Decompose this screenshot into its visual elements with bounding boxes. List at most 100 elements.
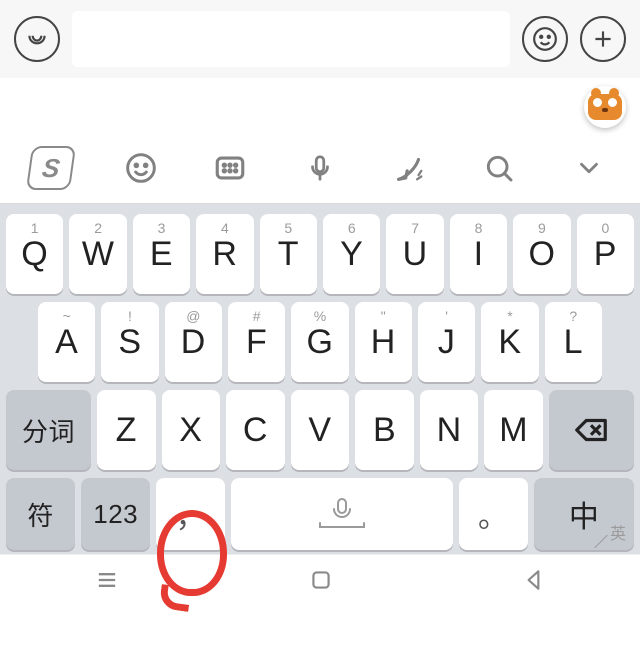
- key-H-sup: ": [381, 308, 386, 324]
- key-T[interactable]: 5T: [260, 214, 317, 294]
- key-H-label: H: [371, 323, 396, 362]
- key-O-label: O: [528, 235, 555, 274]
- key-W-label: W: [82, 235, 115, 274]
- key-D-sup: @: [186, 308, 200, 324]
- key-L-label: L: [564, 323, 583, 362]
- key-V[interactable]: V: [291, 390, 350, 470]
- comma-key[interactable]: ，: [156, 478, 225, 550]
- key-R-label: R: [212, 235, 237, 274]
- key-K[interactable]: *K: [481, 302, 538, 382]
- symbols-key[interactable]: 符: [6, 478, 75, 550]
- key-F-sup: #: [253, 308, 261, 324]
- key-A[interactable]: ~A: [38, 302, 95, 382]
- key-W-sup: 2: [94, 220, 102, 236]
- menu-icon: [93, 566, 121, 594]
- key-V-label: V: [308, 411, 331, 450]
- soft-keyboard: 1Q2W3E4R5T6Y7U8I9O0P ~A!S@D#F%G"H'J*K?L …: [0, 204, 640, 554]
- period-key[interactable]: 。: [459, 478, 528, 550]
- key-W[interactable]: 2W: [69, 214, 126, 294]
- key-P-sup: 0: [601, 220, 609, 236]
- key-O[interactable]: 9O: [513, 214, 570, 294]
- key-F-label: F: [246, 323, 267, 362]
- key-L[interactable]: ?L: [545, 302, 602, 382]
- feather-icon: [393, 151, 427, 185]
- system-navbar: [0, 554, 640, 610]
- space-key[interactable]: [231, 478, 452, 550]
- key-J-label: J: [438, 323, 456, 362]
- key-M-label: M: [499, 411, 528, 450]
- space-mic-icon: [302, 497, 382, 531]
- ime-emoji[interactable]: [112, 146, 170, 190]
- add-button[interactable]: [580, 16, 626, 62]
- nav-home[interactable]: [308, 567, 334, 598]
- floating-sticker[interactable]: [584, 86, 626, 128]
- key-X[interactable]: X: [162, 390, 221, 470]
- ime-collapse[interactable]: [560, 146, 618, 190]
- key-P[interactable]: 0P: [577, 214, 634, 294]
- search-icon: [483, 152, 515, 184]
- key-J-sup: ': [445, 308, 448, 324]
- key-Q-sup: 1: [31, 220, 39, 236]
- key-row-4: 符 123 ， 。 中 英: [4, 474, 636, 554]
- nav-back[interactable]: [521, 567, 547, 598]
- key-Y[interactable]: 6Y: [323, 214, 380, 294]
- key-N[interactable]: N: [420, 390, 479, 470]
- key-T-sup: 5: [284, 220, 292, 236]
- key-G-sup: %: [314, 308, 326, 324]
- key-I-label: I: [474, 235, 484, 274]
- backspace-key[interactable]: [549, 390, 634, 470]
- key-G-label: G: [307, 323, 334, 362]
- key-Q[interactable]: 1Q: [6, 214, 63, 294]
- key-row-3: 分词 ZXC V B NM: [4, 386, 636, 474]
- language-key[interactable]: 中 英: [534, 478, 634, 550]
- voice-waves-icon: [24, 26, 50, 52]
- key-S-sup: !: [128, 308, 132, 324]
- key-B[interactable]: B: [355, 390, 414, 470]
- ime-handwrite[interactable]: [381, 146, 439, 190]
- key-Z-label: Z: [116, 411, 137, 450]
- mic-icon: [305, 153, 335, 183]
- language-key-sub: 英: [610, 520, 626, 544]
- segment-key-label: 分词: [22, 412, 75, 449]
- comma-key-label: ，: [176, 492, 207, 536]
- ime-search[interactable]: [470, 146, 528, 190]
- bear-sticker-icon: [588, 94, 622, 120]
- key-I-sup: 8: [475, 220, 483, 236]
- key-S-label: S: [118, 323, 141, 362]
- key-S[interactable]: !S: [101, 302, 158, 382]
- keyboard-icon: [213, 151, 247, 185]
- key-G[interactable]: %G: [291, 302, 348, 382]
- key-N-label: N: [437, 411, 462, 450]
- key-C-label: C: [243, 411, 268, 450]
- numbers-key[interactable]: 123: [81, 478, 150, 550]
- ime-voice[interactable]: [291, 146, 349, 190]
- key-B-label: B: [373, 411, 396, 450]
- sogou-logo-icon: S: [26, 146, 76, 190]
- key-Q-label: Q: [21, 235, 48, 274]
- key-M[interactable]: M: [484, 390, 543, 470]
- key-U[interactable]: 7U: [386, 214, 443, 294]
- key-A-label: A: [55, 323, 78, 362]
- key-R[interactable]: 4R: [196, 214, 253, 294]
- key-F[interactable]: #F: [228, 302, 285, 382]
- message-input[interactable]: [72, 11, 510, 67]
- key-E[interactable]: 3E: [133, 214, 190, 294]
- key-L-sup: ?: [569, 308, 577, 324]
- key-Y-sup: 6: [348, 220, 356, 236]
- key-C[interactable]: C: [226, 390, 285, 470]
- nav-recents[interactable]: [93, 566, 121, 599]
- numbers-key-label: 123: [93, 499, 138, 530]
- key-D[interactable]: @D: [165, 302, 222, 382]
- key-H[interactable]: "H: [355, 302, 412, 382]
- key-O-sup: 9: [538, 220, 546, 236]
- ime-logo[interactable]: S: [22, 146, 80, 190]
- key-J[interactable]: 'J: [418, 302, 475, 382]
- key-I[interactable]: 8I: [450, 214, 507, 294]
- segment-key[interactable]: 分词: [6, 390, 91, 470]
- voice-input-button[interactable]: [14, 16, 60, 62]
- key-U-label: U: [403, 235, 428, 274]
- emoji-button[interactable]: [522, 16, 568, 62]
- key-Z[interactable]: Z: [97, 390, 156, 470]
- ime-keyboard[interactable]: [201, 146, 259, 190]
- key-R-sup: 4: [221, 220, 229, 236]
